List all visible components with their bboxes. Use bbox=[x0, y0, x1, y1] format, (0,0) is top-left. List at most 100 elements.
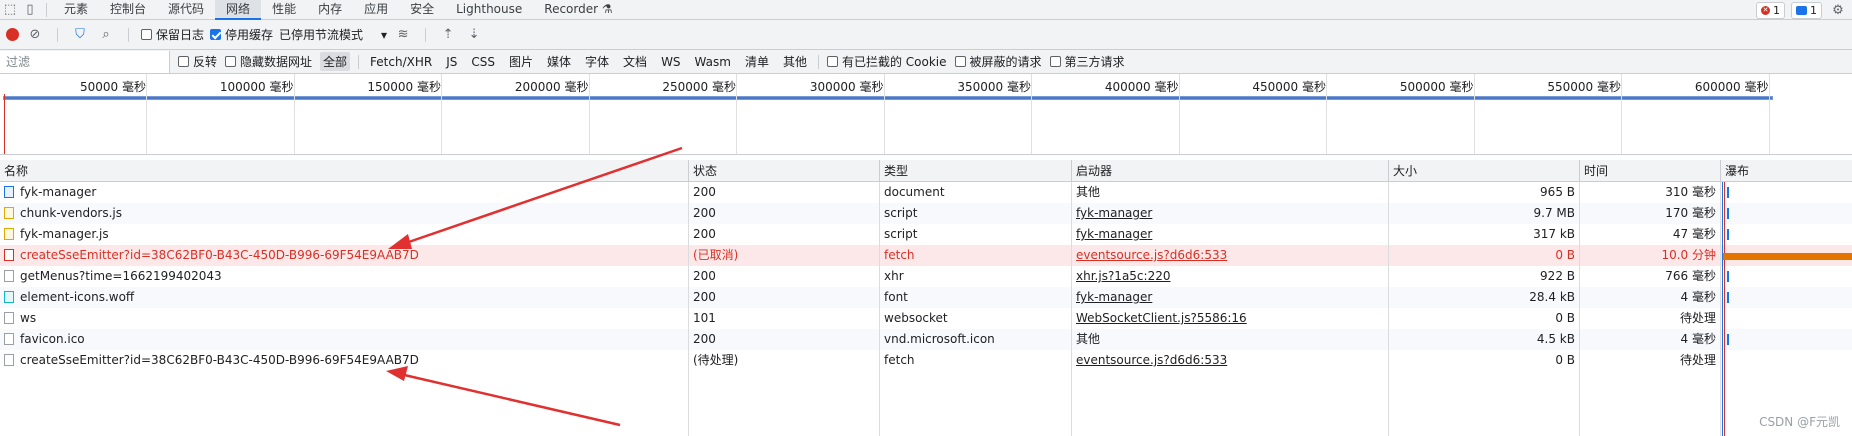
request-waterfall bbox=[1721, 203, 1852, 224]
tab-lighthouse[interactable]: Lighthouse bbox=[445, 0, 533, 20]
initiator-link[interactable]: WebSocketClient.js?5586:16 bbox=[1076, 311, 1247, 325]
request-waterfall bbox=[1721, 266, 1852, 287]
throttle-select[interactable]: 已停用节流模式 ▾ bbox=[279, 26, 387, 43]
timeline-overview[interactable]: 50000 毫秒 100000 毫秒 150000 毫秒 200000 毫秒 25000… bbox=[0, 74, 1852, 155]
overview-gridline bbox=[146, 74, 147, 154]
request-type: script bbox=[880, 203, 1072, 224]
type-filter-ws[interactable]: WS bbox=[658, 54, 683, 70]
overview-tick-label: 450000 毫秒 bbox=[1252, 80, 1326, 94]
tab-security[interactable]: 安全 bbox=[399, 0, 445, 20]
hide-data-urls-checkbox[interactable]: 隐藏数据网址 bbox=[225, 53, 312, 70]
tab-elements[interactable]: 元素 bbox=[53, 0, 99, 20]
filter-icon[interactable]: ⛉ bbox=[70, 25, 90, 45]
initiator-link[interactable]: xhr.js?1a5c:220 bbox=[1076, 269, 1170, 283]
error-icon: ✕ bbox=[1761, 5, 1770, 15]
message-count-badge[interactable]: 1 bbox=[1791, 1, 1822, 19]
search-icon[interactable]: ⌕ bbox=[96, 25, 116, 45]
column-status[interactable]: 状态 bbox=[689, 160, 880, 181]
clear-icon[interactable]: ⊘ bbox=[25, 25, 45, 45]
disable-cache-checkbox[interactable]: 停用缓存 bbox=[210, 26, 273, 43]
request-name: fyk-manager.js bbox=[20, 227, 109, 241]
tab-sources[interactable]: 源代码 bbox=[157, 0, 215, 20]
request-name-cell[interactable]: ws bbox=[0, 308, 689, 329]
column-waterfall[interactable]: 瀑布 bbox=[1721, 160, 1852, 181]
record-button[interactable] bbox=[6, 28, 19, 41]
initiator-link[interactable]: eventsource.js?d6d6:533 bbox=[1076, 353, 1227, 367]
device-toolbar-icon[interactable]: ▯ bbox=[20, 0, 40, 20]
initiator-text: 其他 bbox=[1076, 332, 1101, 346]
request-initiator-cell: xhr.js?1a5c:220 bbox=[1072, 266, 1389, 287]
column-name[interactable]: 名称 bbox=[0, 160, 689, 181]
request-size: 9.7 MB bbox=[1389, 203, 1580, 224]
waterfall-bar bbox=[1727, 208, 1729, 219]
import-har-icon[interactable]: ⇡ bbox=[438, 25, 458, 45]
tab-performance[interactable]: 性能 bbox=[261, 0, 307, 20]
export-har-icon[interactable]: ⇣ bbox=[464, 25, 484, 45]
column-divider bbox=[1579, 182, 1580, 436]
request-row[interactable]: favicon.ico 200 vnd.microsoft.icon 其他 4.5 kB… bbox=[0, 329, 1852, 350]
request-status: 200 bbox=[689, 203, 880, 224]
request-row[interactable]: fyk-manager 200 document 其他 965 B 310 毫秒 bbox=[0, 182, 1852, 203]
request-name-cell[interactable]: createSseEmitter?id=38C62BF0-B43C-450D-B… bbox=[0, 350, 689, 371]
filter-bar: 过滤 反转 隐藏数据网址 全部 Fetch/XHR JS CSS 图片 媒体 字… bbox=[0, 50, 1852, 74]
type-filter-manifest[interactable]: 清单 bbox=[742, 52, 772, 71]
third-party-checkbox[interactable]: 第三方请求 bbox=[1049, 53, 1125, 70]
gear-icon[interactable]: ⚙ bbox=[1828, 0, 1848, 20]
request-row[interactable]: ws 101 websocket WebSocketClient.js?5586:16… bbox=[0, 308, 1852, 329]
initiator-link[interactable]: fyk-manager bbox=[1076, 290, 1152, 304]
type-filter-all[interactable]: 全部 bbox=[320, 52, 351, 71]
type-filter-css[interactable]: CSS bbox=[468, 54, 498, 70]
request-name-cell[interactable]: chunk-vendors.js bbox=[0, 203, 689, 224]
initiator-link[interactable]: fyk-manager bbox=[1076, 206, 1152, 220]
error-count-badge[interactable]: ✕ 1 bbox=[1756, 1, 1785, 19]
checkbox-box-checked bbox=[210, 29, 222, 40]
filter-input[interactable]: 过滤 bbox=[0, 50, 170, 73]
type-filter-img[interactable]: 图片 bbox=[506, 52, 536, 71]
request-name-cell[interactable]: fyk-manager.js bbox=[0, 224, 689, 245]
overview-tick-label: 100000 毫秒 bbox=[219, 80, 294, 94]
column-time[interactable]: 时间 bbox=[1580, 160, 1721, 181]
preserve-log-checkbox[interactable]: 保留日志 bbox=[141, 26, 204, 43]
inspect-element-icon[interactable]: ⬚ bbox=[0, 0, 20, 20]
type-filter-doc[interactable]: 文档 bbox=[620, 52, 650, 71]
request-name-cell[interactable]: fyk-manager bbox=[0, 182, 689, 203]
script-icon bbox=[4, 228, 14, 240]
type-filter-font[interactable]: 字体 bbox=[582, 52, 612, 71]
type-filter-other[interactable]: 其他 bbox=[780, 52, 810, 71]
tab-application[interactable]: 应用 bbox=[353, 0, 399, 20]
request-waterfall bbox=[1721, 287, 1852, 308]
blocked-requests-checkbox[interactable]: 被屏蔽的请求 bbox=[954, 53, 1042, 70]
request-row[interactable]: element-icons.woff 200 font fyk-manager 28.4… bbox=[0, 287, 1852, 308]
type-filter-js[interactable]: JS bbox=[443, 54, 460, 70]
invert-checkbox[interactable]: 反转 bbox=[178, 53, 217, 70]
initiator-link[interactable]: eventsource.js?d6d6:533 bbox=[1076, 248, 1227, 262]
request-row[interactable]: createSseEmitter?id=38C62BF0-B43C-450D-B… bbox=[0, 245, 1852, 266]
type-filter-fetch-xhr[interactable]: Fetch/XHR bbox=[367, 54, 435, 70]
request-initiator-cell: fyk-manager bbox=[1072, 224, 1389, 245]
waterfall-bar bbox=[1727, 271, 1729, 282]
tab-network[interactable]: 网络 bbox=[215, 0, 262, 20]
tab-memory[interactable]: 内存 bbox=[307, 0, 353, 20]
column-type[interactable]: 类型 bbox=[880, 160, 1072, 181]
request-row[interactable]: fyk-manager.js 200 script fyk-manager 317 kB… bbox=[0, 224, 1852, 245]
request-name-cell[interactable]: favicon.ico bbox=[0, 329, 689, 350]
type-filter-wasm[interactable]: Wasm bbox=[692, 54, 734, 70]
blocked-requests-label: 被屏蔽的请求 bbox=[969, 55, 1042, 69]
network-conditions-icon[interactable]: ≋ bbox=[393, 25, 413, 45]
blocked-cookies-checkbox[interactable]: 有已拦截的 Cookie bbox=[826, 53, 947, 70]
tab-recorder[interactable]: Recorder ⚗ bbox=[533, 0, 623, 20]
initiator-link[interactable]: fyk-manager bbox=[1076, 227, 1152, 241]
tab-console[interactable]: 控制台 bbox=[99, 0, 157, 20]
request-time: 10.0 分钟 bbox=[1580, 245, 1721, 266]
request-status: 200 bbox=[689, 266, 880, 287]
request-row[interactable]: getMenus?time=1662199402043 200 xhr xhr.js?… bbox=[0, 266, 1852, 287]
request-name-cell[interactable]: createSseEmitter?id=38C62BF0-B43C-450D-B… bbox=[0, 245, 689, 266]
request-row[interactable]: createSseEmitter?id=38C62BF0-B43C-450D-B… bbox=[0, 350, 1852, 371]
request-table-header: 名称 状态 类型 启动器 大小 时间 瀑布 bbox=[0, 160, 1852, 182]
type-filter-media[interactable]: 媒体 bbox=[544, 52, 574, 71]
column-initiator[interactable]: 启动器 bbox=[1072, 160, 1389, 181]
request-row[interactable]: chunk-vendors.js 200 script fyk-manager 9.7 … bbox=[0, 203, 1852, 224]
request-name-cell[interactable]: element-icons.woff bbox=[0, 287, 689, 308]
request-name-cell[interactable]: getMenus?time=1662199402043 bbox=[0, 266, 689, 287]
column-size[interactable]: 大小 bbox=[1389, 160, 1580, 181]
